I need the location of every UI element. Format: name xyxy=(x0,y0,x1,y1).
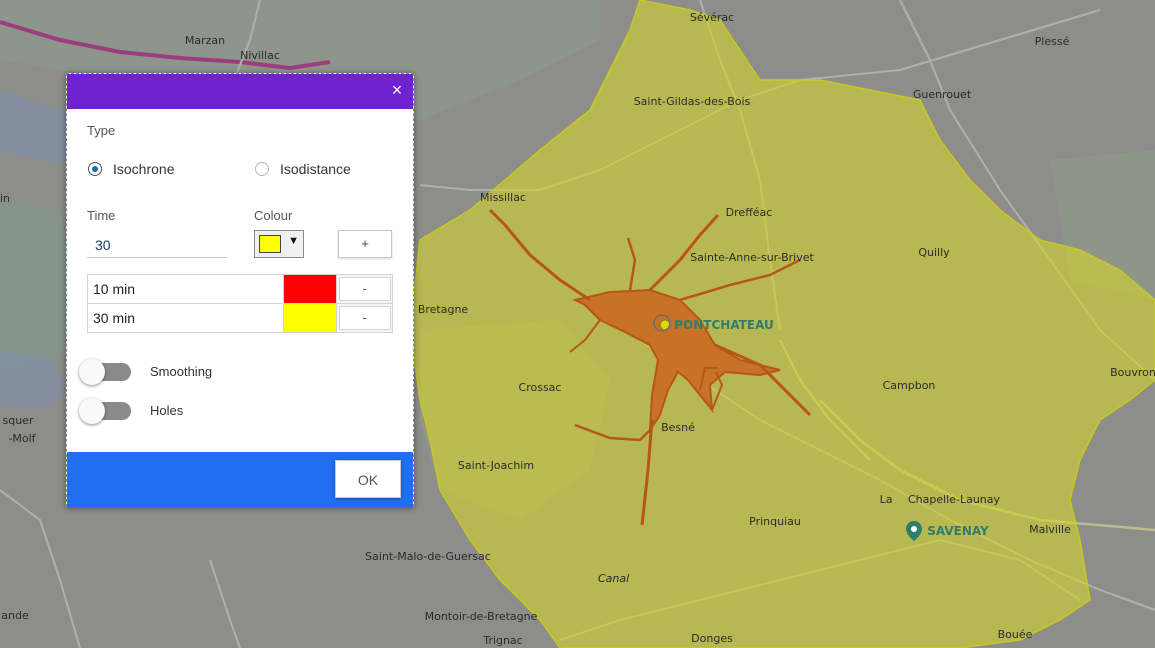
place-label: Prinquiau xyxy=(749,515,801,528)
place-label: ande xyxy=(1,609,29,622)
time-label: Time xyxy=(87,208,116,223)
holes-toggle[interactable] xyxy=(79,397,135,424)
place-label: in xyxy=(0,192,10,205)
town-label: SAVENAY xyxy=(927,524,989,538)
place-label: Nivillac xyxy=(240,49,280,62)
step-label: 30 min xyxy=(87,303,284,333)
place-label: Drefféac xyxy=(726,206,773,219)
step-label: 10 min xyxy=(87,274,284,304)
close-icon[interactable]: × xyxy=(387,80,407,100)
place-label: squer xyxy=(3,414,34,427)
step-table: 10 min - 30 min - xyxy=(87,274,393,333)
place-label: Bouvron xyxy=(1110,366,1155,379)
smoothing-label: Smoothing xyxy=(150,364,213,379)
place-label: Saint-Malo-de-Guersac xyxy=(365,550,491,563)
holes-label: Holes xyxy=(150,403,184,418)
colour-label: Colour xyxy=(254,208,293,223)
step-colour[interactable] xyxy=(283,274,337,304)
place-label: Bretagne xyxy=(418,303,469,316)
place-label: Malville xyxy=(1029,523,1071,536)
toggle-knob xyxy=(79,398,105,424)
place-label: Saint-Gildas-des-Bois xyxy=(634,95,751,108)
place-label: Guenrouet xyxy=(913,88,972,101)
canal-label: Canal xyxy=(598,572,629,585)
place-label: -Molf xyxy=(8,432,36,445)
place-label: Sévérac xyxy=(690,11,734,24)
type-label: Type xyxy=(87,123,116,138)
step-colour[interactable] xyxy=(283,303,337,333)
place-label: Missillac xyxy=(480,191,526,204)
place-label: Montoir-de-Bretagne xyxy=(425,610,538,623)
isochrone-radio-label[interactable]: Isochrone xyxy=(113,161,174,177)
isodistance-radio[interactable] xyxy=(255,162,269,176)
place-label: Plessé xyxy=(1035,35,1070,48)
place-label: Besné xyxy=(661,421,695,434)
place-label: Chapelle-Launay xyxy=(908,493,1001,506)
time-input[interactable] xyxy=(87,232,227,258)
place-label: Crossac xyxy=(519,381,562,394)
isochrone-radio[interactable] xyxy=(88,162,102,176)
isodistance-radio-label[interactable]: Isodistance xyxy=(280,161,351,177)
place-label: Sainte-Anne-sur-Brivet xyxy=(690,251,814,264)
chevron-down-icon: ▼ xyxy=(288,235,299,247)
place-label: Trignac xyxy=(482,634,522,647)
add-step-button[interactable]: + xyxy=(338,230,392,258)
remove-step-button[interactable]: - xyxy=(338,306,391,330)
place-label: Bouée xyxy=(998,628,1033,641)
table-row: 30 min - xyxy=(87,303,393,333)
isochrone-dialog: × Type Isochrone Isodistance Time Colour… xyxy=(66,73,414,507)
ok-button[interactable]: OK xyxy=(335,460,401,498)
place-label: Campbon xyxy=(883,379,936,392)
smoothing-toggle[interactable] xyxy=(79,358,135,385)
table-row: 10 min - xyxy=(87,274,393,304)
place-label: Donges xyxy=(691,632,733,645)
place-label: Saint-Joachim xyxy=(458,459,534,472)
place-label: La xyxy=(880,493,893,506)
colour-swatch xyxy=(259,235,281,253)
place-label: Marzan xyxy=(185,34,225,47)
town-label: PONTCHATEAU xyxy=(674,318,773,332)
dialog-header: × xyxy=(67,74,413,109)
dialog-footer: OK xyxy=(67,452,413,507)
remove-step-button[interactable]: - xyxy=(338,277,391,301)
toggle-knob xyxy=(79,359,105,385)
colour-picker[interactable]: ▼ xyxy=(254,230,304,258)
place-label: Quilly xyxy=(918,246,950,259)
